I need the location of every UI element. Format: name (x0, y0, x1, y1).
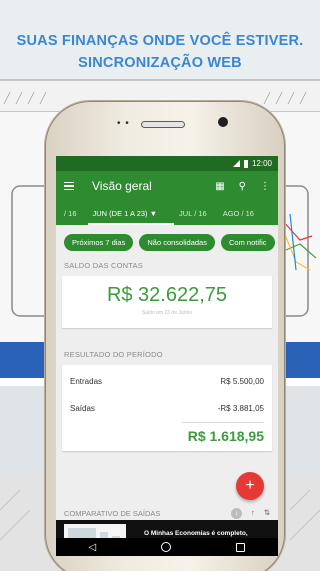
content-area: Próximos 7 dias Não consolidadas Com not… (56, 225, 278, 556)
chip-next-7-days[interactable]: Próximos 7 dias (64, 234, 134, 251)
signal-icon (232, 160, 240, 167)
balance-amount: R$ 32.622,75 (106, 284, 228, 306)
headline-line-2: SINCRONIZAÇÃO WEB (78, 55, 242, 71)
earpiece (141, 121, 185, 128)
tab-next[interactable]: JUL / 16 (171, 209, 215, 218)
arrow-down-icon[interactable]: ↓ (230, 508, 242, 519)
compare-actions: ↓ ↑ ⇅ (230, 508, 270, 519)
expense-row: Saídas -R$ 3.881,05 (70, 395, 264, 422)
income-label: Entradas (70, 377, 103, 386)
expense-label: Saídas (70, 404, 95, 413)
tab-after-next[interactable]: AGO / 16 (215, 209, 262, 218)
period-section-label: RESULTADO DO PERÍODO (64, 350, 163, 359)
accounts-section-label: SALDO DAS CONTAS (64, 261, 143, 270)
calendar-icon[interactable]: ▦ (215, 181, 224, 192)
more-vert-icon[interactable]: ⋮ (260, 181, 270, 192)
headline-line-1: SUAS FINANÇAS ONDE VOCÊ ESTIVER. (16, 33, 304, 49)
period-total: R$ 1.618,95 (187, 428, 264, 444)
phone-screen: 12:00 Visão geral ▦ ⚲ ⋮ / 16 JUN (DE 1 A… (56, 156, 278, 556)
search-icon[interactable]: ⚲ (239, 181, 246, 192)
promo-headline: SUAS FINANÇAS ONDE VOCÊ ESTIVER. SINCRON… (0, 30, 320, 74)
period-tabs: / 16 JUN (DE 1 A 23) ▼ JUL / 16 AGO / 16 (56, 201, 278, 225)
chip-with-notification[interactable]: Com notific (220, 234, 275, 251)
period-card[interactable]: Entradas R$ 5.500,00 Saídas -R$ 3.881,05… (62, 365, 272, 451)
system-nav-bar: ◁ (56, 538, 278, 556)
home-icon[interactable] (161, 542, 172, 552)
balance-note: Saldo em 23 de Junho (141, 310, 193, 316)
battery-icon (243, 159, 248, 168)
compare-section-label: COMPARATIVO DE SAÍDAS (64, 509, 161, 518)
speaker-dots: • • (117, 118, 130, 129)
page-title: Visão geral (92, 179, 152, 193)
sort-icon[interactable]: ⇅ (264, 508, 270, 519)
expense-value: -R$ 3.881,05 (217, 404, 264, 413)
chip-unconsolidated[interactable]: Não consolidadas (139, 234, 215, 251)
add-transaction-button[interactable]: + (236, 472, 264, 500)
filter-chips: Próximos 7 dias Não consolidadas Com not… (56, 225, 278, 251)
front-camera (218, 117, 228, 127)
balance-card[interactable]: R$ 32.622,75 Saldo em 23 de Junho (62, 276, 272, 328)
income-value: R$ 5.500,00 (220, 377, 264, 386)
compare-section: COMPARATIVO DE SAÍDAS ↓ ↑ ⇅ (56, 508, 278, 519)
status-bar: 12:00 (56, 156, 278, 171)
arrow-up-icon[interactable]: ↑ (251, 508, 255, 519)
app-bar: Visão geral ▦ ⚲ ⋮ (56, 171, 278, 201)
phone-frame: • • 12:00 Visão geral ▦ ⚲ ⋮ / 16 JUN (DE… (44, 100, 286, 571)
income-row: Entradas R$ 5.500,00 (70, 365, 264, 395)
back-icon[interactable]: ◁ (89, 542, 97, 553)
status-time: 12:00 (251, 159, 272, 168)
tab-current[interactable]: JUN (DE 1 A 23) ▼ (85, 209, 166, 218)
recents-icon[interactable] (236, 542, 246, 552)
tab-previous[interactable]: / 16 (56, 209, 85, 218)
menu-icon[interactable] (64, 180, 74, 193)
